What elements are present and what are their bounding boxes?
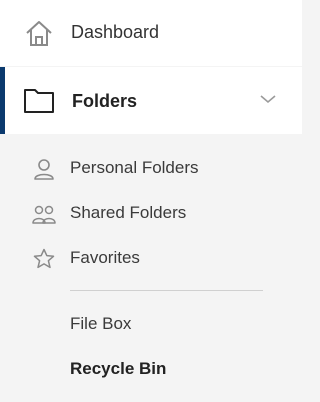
sidebar-nav: Dashboard Folders Personal Folders Share… — [0, 0, 302, 402]
folder-icon — [23, 86, 54, 116]
people-icon — [32, 202, 56, 226]
sub-label-file-box: File Box — [70, 314, 132, 333]
nav-label-folders: Folders — [72, 91, 138, 111]
person-icon — [32, 157, 56, 181]
sub-item-file-box[interactable]: File Box — [0, 304, 302, 344]
nav-label-dashboard: Dashboard — [71, 22, 160, 42]
active-indicator — [0, 67, 5, 134]
sub-label-favorites: Favorites — [70, 248, 140, 267]
sub-item-recycle-bin[interactable]: Recycle Bin — [0, 349, 302, 389]
folders-submenu: Personal Folders Shared Folders Favorite… — [0, 134, 302, 402]
sub-item-favorites[interactable]: Favorites — [0, 238, 302, 278]
home-icon — [24, 18, 54, 48]
divider — [70, 290, 263, 291]
sub-item-shared-folders[interactable]: Shared Folders — [0, 193, 302, 233]
chevron-down-icon[interactable] — [258, 89, 278, 109]
sub-label-personal-folders: Personal Folders — [70, 158, 199, 177]
nav-item-folders[interactable]: Folders — [0, 67, 302, 134]
sub-label-recycle-bin: Recycle Bin — [70, 359, 167, 378]
star-icon — [32, 247, 56, 271]
sub-label-shared-folders: Shared Folders — [70, 203, 187, 222]
nav-item-dashboard[interactable]: Dashboard — [0, 0, 302, 66]
sub-item-personal-folders[interactable]: Personal Folders — [0, 148, 302, 188]
